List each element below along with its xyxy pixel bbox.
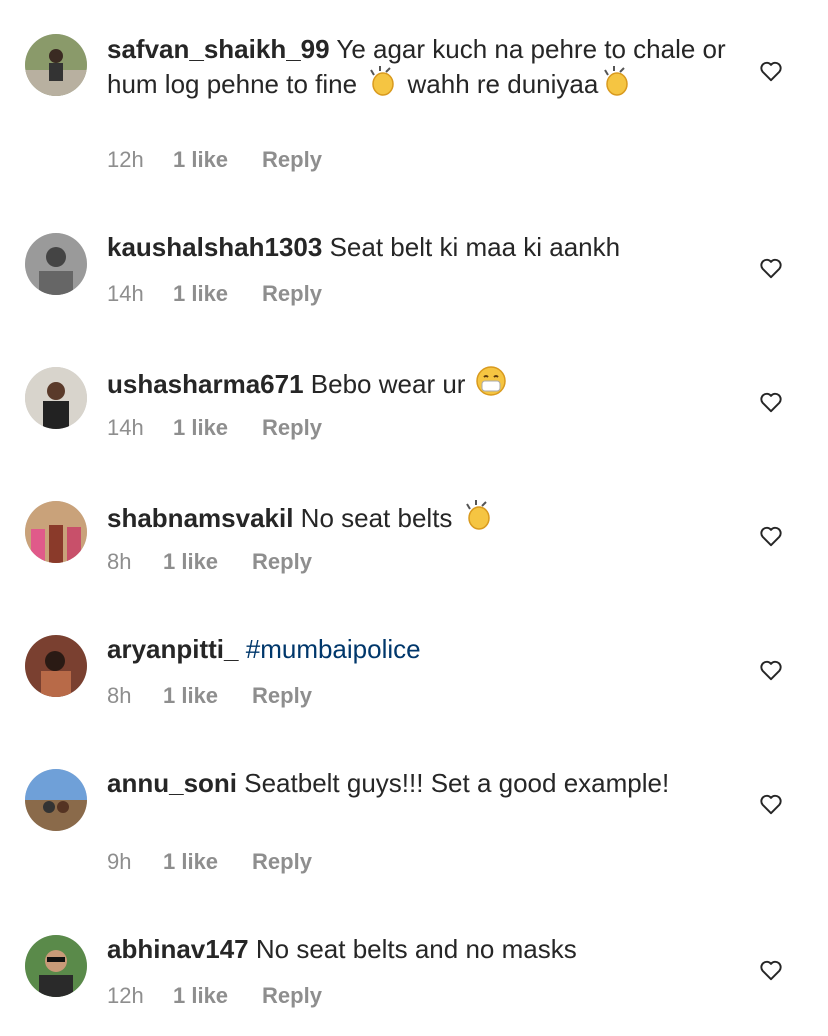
timestamp: 9h [107,849,132,874]
avatar[interactable] [25,233,87,295]
comment-meta: 12h 1 like Reply [107,147,322,173]
avatar[interactable] [25,769,87,831]
likes-count[interactable]: 1 like [163,849,218,875]
heart-outline-icon[interactable] [758,657,784,683]
timestamp: 12h [107,983,144,1008]
comment-text: safvan_shaikh_99 Ye agar kuch na pehre t… [107,33,727,104]
heart-outline-icon[interactable] [758,389,784,415]
username[interactable]: kaushalshah1303 [107,232,322,262]
heart-outline-icon[interactable] [758,58,784,84]
timestamp: 8h [107,683,132,708]
clapping-hands-icon [462,499,494,538]
comment-body: No seat belts and no masks [255,934,577,964]
heart-outline-icon[interactable] [758,957,784,983]
username[interactable]: safvan_shaikh_99 [107,34,330,64]
avatar[interactable] [25,935,87,997]
clapping-hands-icon [366,65,398,104]
reply-button[interactable]: Reply [252,849,312,875]
reply-button[interactable]: Reply [252,683,312,709]
timestamp: 12h [107,147,144,172]
comment-meta: 12h 1 like Reply [107,983,322,1009]
avatar[interactable] [25,34,87,96]
heart-outline-icon[interactable] [758,255,784,281]
comment-text: ushasharma671 Bebo wear ur [107,365,727,404]
reply-button[interactable]: Reply [262,281,322,307]
likes-count[interactable]: 1 like [173,983,228,1009]
comment-body: Bebo wear ur [310,369,473,399]
comment-meta: 14h 1 like Reply [107,415,322,441]
likes-count[interactable]: 1 like [163,549,218,575]
username[interactable]: ushasharma671 [107,369,304,399]
likes-count[interactable]: 1 like [163,683,218,709]
avatar[interactable] [25,367,87,429]
comment-body: No seat belts [300,503,460,533]
reply-button[interactable]: Reply [262,147,322,173]
username[interactable]: aryanpitti_ [107,634,239,664]
comment-body: Seat belt ki maa ki aankh [329,232,621,262]
comment-text: shabnamsvakil No seat belts [107,499,727,538]
username[interactable]: abhinav147 [107,934,249,964]
likes-count[interactable]: 1 like [173,281,228,307]
timestamp: 14h [107,415,144,440]
clapping-hands-icon [600,65,632,104]
reply-button[interactable]: Reply [252,549,312,575]
likes-count[interactable]: 1 like [173,147,228,173]
timestamp: 8h [107,549,132,574]
username[interactable]: shabnamsvakil [107,503,293,533]
heart-outline-icon[interactable] [758,523,784,549]
avatar[interactable] [25,635,87,697]
reply-button[interactable]: Reply [262,983,322,1009]
avatar[interactable] [25,501,87,563]
username[interactable]: annu_soni [107,768,237,798]
comment-text: kaushalshah1303 Seat belt ki maa ki aank… [107,231,727,263]
timestamp: 14h [107,281,144,306]
comment-text: abhinav147 No seat belts and no masks [107,933,727,965]
heart-outline-icon[interactable] [758,791,784,817]
likes-count[interactable]: 1 like [173,415,228,441]
comment-body: Seatbelt guys!!! Set a good example! [244,768,670,798]
comment-meta: 8h 1 like Reply [107,683,312,709]
reply-button[interactable]: Reply [262,415,322,441]
face-with-medical-mask-icon [475,365,507,404]
comment-text: annu_soni Seatbelt guys!!! Set a good ex… [107,767,727,799]
comment-text: aryanpitti_ #mumbaipolice [107,633,727,665]
comment-meta: 8h 1 like Reply [107,549,312,575]
hashtag-link[interactable]: #mumbaipolice [246,634,421,664]
comment-meta: 14h 1 like Reply [107,281,322,307]
comment-meta: 9h 1 like Reply [107,849,312,875]
